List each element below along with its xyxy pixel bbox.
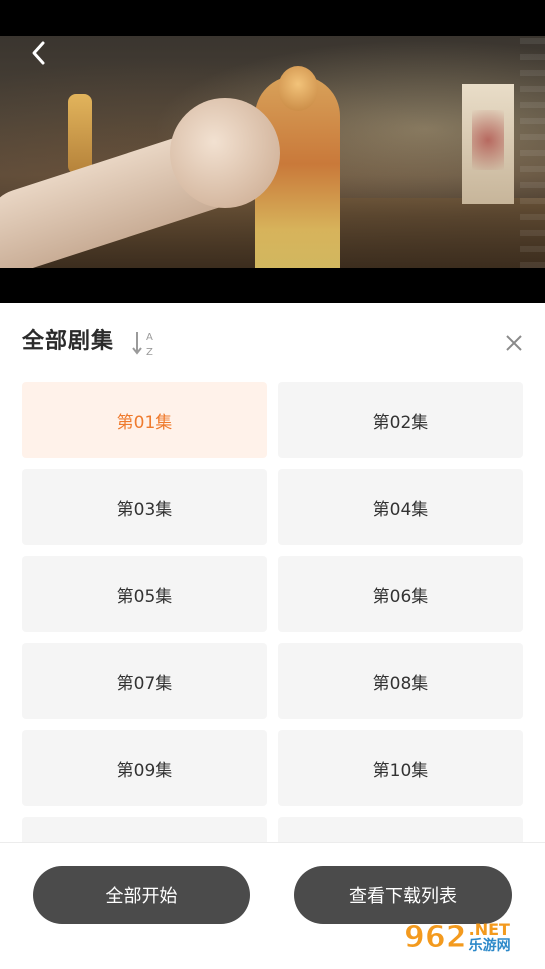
video-poster	[462, 84, 514, 204]
video-statue-head	[278, 66, 318, 111]
status-bar	[0, 0, 545, 36]
sort-button[interactable]: A Z	[130, 328, 158, 358]
episode-item[interactable]: 第07集	[22, 643, 267, 719]
start-all-button[interactable]: 全部开始	[33, 866, 250, 924]
video-letterbox	[0, 268, 545, 303]
back-button[interactable]	[24, 38, 54, 68]
video-hand	[170, 98, 280, 208]
panel-title: 全部剧集	[22, 329, 115, 354]
close-icon	[506, 335, 522, 351]
video-window	[520, 36, 545, 268]
episode-item[interactable]: 第01集	[22, 382, 267, 458]
video-figure	[68, 94, 92, 174]
episode-item[interactable]: 第08集	[278, 643, 523, 719]
episode-item[interactable]: 第02集	[278, 382, 523, 458]
sort-letter-z: Z	[146, 347, 153, 358]
bottom-action-bar: 全部开始 查看下载列表	[0, 842, 545, 969]
video-player[interactable]	[0, 36, 545, 268]
episode-item[interactable]: 第03集	[22, 469, 267, 545]
close-button[interactable]	[502, 331, 526, 355]
episode-item[interactable]: 第09集	[22, 730, 267, 806]
episode-panel: 全部剧集 A Z 第01集 第02集 第03集 第04集 第05集 第06集 第…	[0, 303, 545, 969]
episode-item[interactable]: 第04集	[278, 469, 523, 545]
sort-az-icon: A Z	[132, 332, 153, 358]
episode-item[interactable]	[22, 817, 267, 843]
episode-item[interactable]: 第06集	[278, 556, 523, 632]
episode-grid: 第01集 第02集 第03集 第04集 第05集 第06集 第07集 第08集 …	[22, 382, 523, 843]
episode-item[interactable]: 第10集	[278, 730, 523, 806]
sort-letter-a: A	[146, 332, 153, 343]
download-list-button[interactable]: 查看下载列表	[294, 866, 512, 924]
episode-item[interactable]: 第05集	[22, 556, 267, 632]
chevron-left-icon	[32, 41, 45, 65]
episode-item[interactable]	[278, 817, 523, 843]
